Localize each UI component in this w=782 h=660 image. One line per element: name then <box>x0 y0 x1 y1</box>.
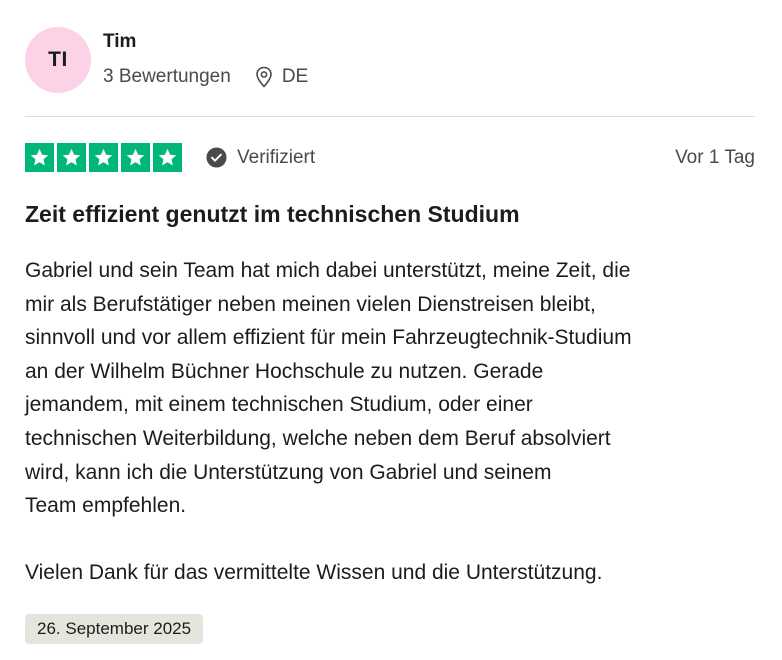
divider <box>25 116 755 117</box>
experience-date-badge: 26. September 2025 <box>25 614 204 644</box>
reviewer-header: TI Tim 3 Bewertungen DE <box>25 27 308 93</box>
reviewer-name[interactable]: Tim <box>103 30 308 54</box>
review-paragraph: Gabriel und sein Team hat mich dabei unt… <box>25 259 632 518</box>
star-icon <box>153 143 182 172</box>
reviewer-info: Tim 3 Bewertungen DE <box>103 27 308 89</box>
location-pin-icon <box>256 66 272 88</box>
review-paragraph: Vielen Dank für das vermittelte Wissen u… <box>25 561 603 585</box>
reviewer-meta: 3 Bewertungen DE <box>103 65 308 89</box>
star-icon <box>121 143 150 172</box>
country-code: DE <box>281 66 309 87</box>
reviewer-country: DE <box>255 65 308 89</box>
verified-badge[interactable]: Verifiziert <box>206 147 315 169</box>
star-icon <box>25 143 54 172</box>
rating-row: Verifiziert Vor 1 Tag <box>25 143 755 172</box>
star-icon <box>57 143 86 172</box>
review-title[interactable]: Zeit effizient genutzt im technischen St… <box>25 199 755 229</box>
avatar[interactable]: TI <box>25 27 91 93</box>
review-relative-date: Vor 1 Tag <box>675 146 755 168</box>
review-card: TI Tim 3 Bewertungen DE Verifiziert Vor … <box>0 0 782 660</box>
review-count: 3 Bewertungen <box>103 66 231 87</box>
star-rating <box>25 143 182 172</box>
verified-label: Verifiziert <box>237 146 316 168</box>
star-icon <box>89 143 118 172</box>
review-body: Gabriel und sein Team hat mich dabei unt… <box>25 254 755 590</box>
verified-check-icon <box>206 147 227 168</box>
